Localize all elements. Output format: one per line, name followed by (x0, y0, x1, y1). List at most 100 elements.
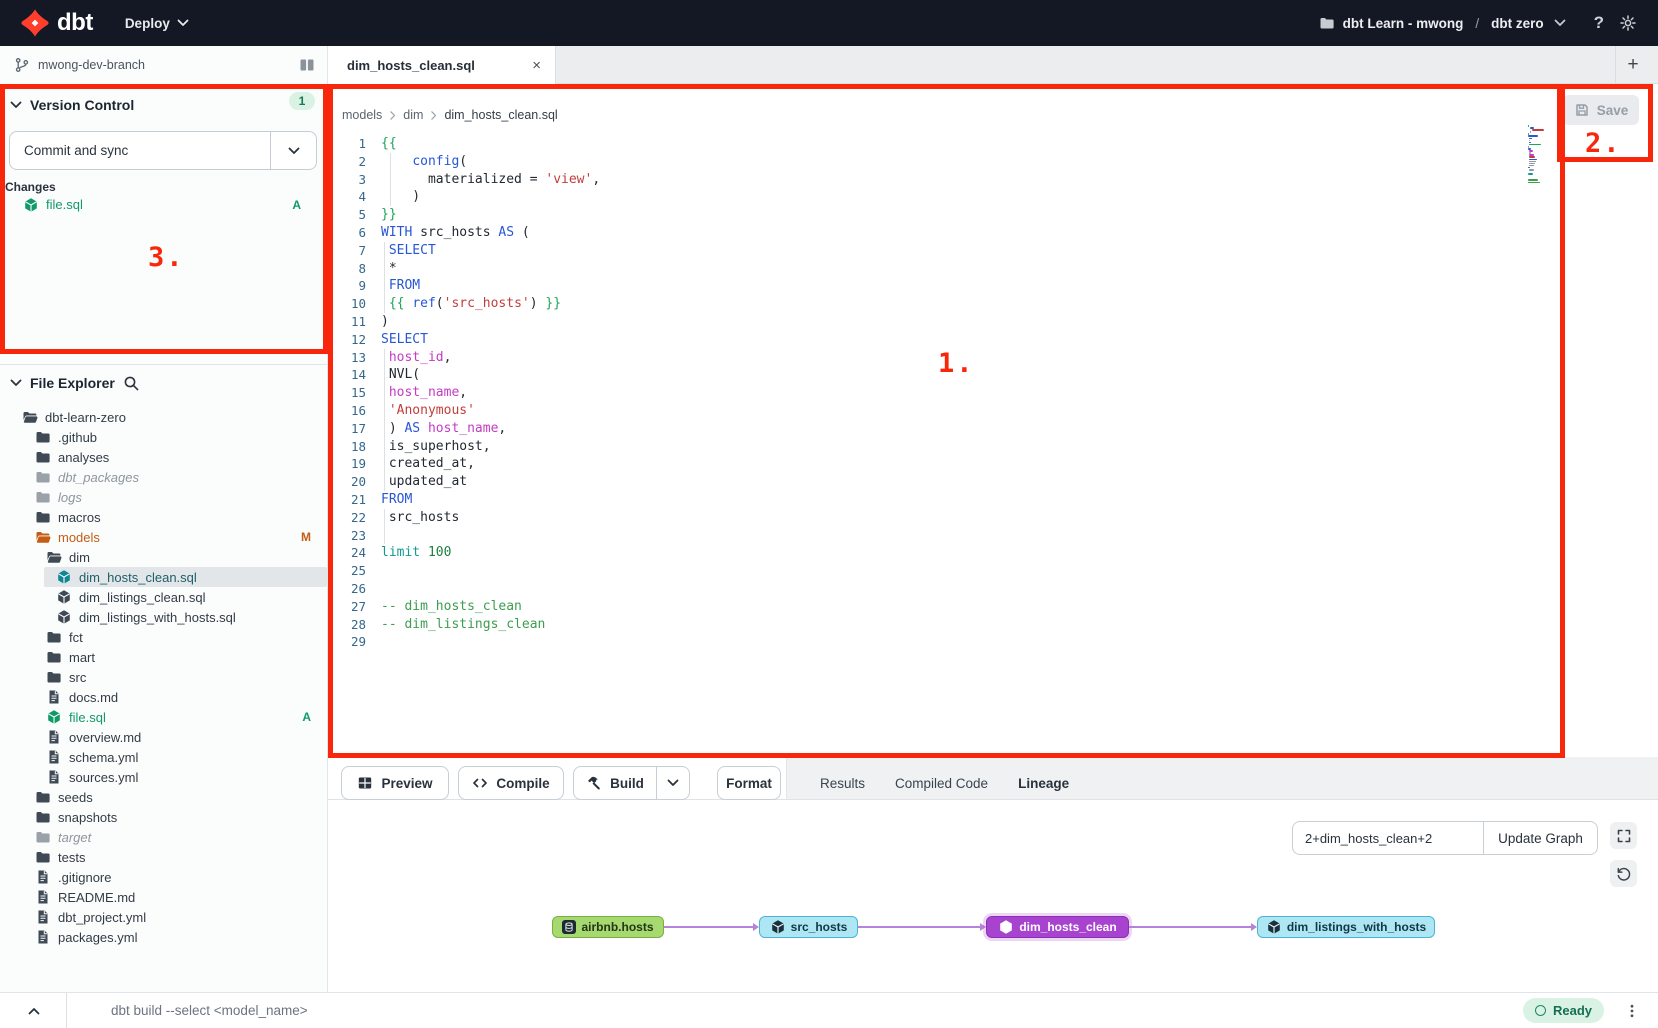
branch-name[interactable]: mwong-dev-branch (38, 58, 145, 72)
build-options-caret[interactable] (657, 766, 690, 800)
tree-item-fct[interactable]: fct (0, 627, 327, 647)
code-editor[interactable]: {{ config( materialized = 'view', )}}WIT… (381, 135, 1518, 651)
code-line: host_id, (381, 349, 1518, 367)
tree-item-dim[interactable]: dim (0, 547, 327, 567)
tree-item-seeds[interactable]: seeds (0, 787, 327, 807)
tree-item-packages.yml[interactable]: packages.yml (0, 927, 327, 947)
tree-item-label: snapshots (58, 810, 117, 825)
tree-item-dbt_project.yml[interactable]: dbt_project.yml (0, 907, 327, 927)
compile-button[interactable]: Compile (458, 766, 564, 800)
lineage-filter-input[interactable] (1292, 821, 1484, 855)
breadcrumb-item[interactable]: dim (403, 108, 423, 122)
code-line: FROM (381, 491, 1518, 509)
tree-item-tests[interactable]: tests (0, 847, 327, 867)
fullscreen-button[interactable] (1610, 822, 1637, 849)
reset-view-button[interactable] (1610, 860, 1637, 887)
code-line: NVL( (381, 366, 1518, 384)
tree-item-logs[interactable]: logs (0, 487, 327, 507)
code-line: WITH src_hosts AS ( (381, 224, 1518, 242)
chevron-down-icon (286, 143, 302, 159)
code-line: limit 100 (381, 544, 1518, 562)
changed-file-row[interactable]: file.sqlA (0, 194, 327, 215)
lineage-node-dim_listings_with_hosts[interactable]: dim_listings_with_hosts (1257, 916, 1435, 938)
tree-item-analyses[interactable]: analyses (0, 447, 327, 467)
dbt-logo[interactable]: dbt (20, 8, 93, 38)
folder-icon (35, 429, 51, 445)
tree-item-macros[interactable]: macros (0, 507, 327, 527)
tab-lineage[interactable]: Lineage (1018, 766, 1069, 800)
tree-item-label: src (69, 670, 86, 685)
dbt-logo-icon (20, 8, 50, 38)
code-line: ) (381, 313, 1518, 331)
line-number: 21 (336, 491, 366, 509)
tree-item-models[interactable]: modelsM (0, 527, 327, 547)
breadcrumb-item[interactable]: dim_hosts_clean.sql (444, 108, 557, 122)
tree-item-dim_listings_with_hosts.sql[interactable]: dim_listings_with_hosts.sql (0, 607, 327, 627)
command-input[interactable]: dbt build --select <model_name> (111, 1003, 308, 1018)
save-button[interactable]: Save (1563, 95, 1639, 125)
tree-item-schema.yml[interactable]: schema.yml (0, 747, 327, 767)
code-line (381, 527, 1518, 545)
help-button[interactable]: ? (1594, 13, 1604, 33)
commit-and-sync-button[interactable]: Commit and sync (9, 131, 317, 170)
tree-item-.gitignore[interactable]: .gitignore (0, 867, 327, 887)
chevron-up-icon[interactable] (26, 1003, 42, 1019)
new-tab-button[interactable]: + (1615, 46, 1650, 84)
line-number: 4 (336, 188, 366, 206)
tree-item-label: dbt_packages (58, 470, 139, 485)
account-switcher[interactable]: dbt Learn - mwong / dbt zero (1319, 15, 1568, 31)
tree-item-README.md[interactable]: README.md (0, 887, 327, 907)
tree-item-file.sql[interactable]: file.sqlA (0, 707, 327, 727)
code-minimap[interactable] (1528, 125, 1558, 186)
search-icon[interactable] (123, 375, 139, 391)
folder-icon (35, 789, 51, 805)
ready-ring-icon (1535, 1005, 1546, 1016)
code-line: materialized = 'view', (381, 171, 1518, 189)
model-cube-icon (998, 919, 1014, 935)
line-number: 19 (336, 455, 366, 473)
line-number: 14 (336, 366, 366, 384)
changes-label: Changes (5, 180, 56, 194)
tab-compiled-code[interactable]: Compiled Code (895, 766, 988, 800)
gear-icon[interactable] (1620, 15, 1636, 31)
line-number: 26 (336, 580, 366, 598)
tree-item-overview.md[interactable]: overview.md (0, 727, 327, 747)
tab-results[interactable]: Results (820, 766, 865, 800)
format-button[interactable]: Format (717, 766, 781, 800)
account-name: dbt Learn - mwong (1343, 16, 1464, 31)
tree-item-dbt_packages[interactable]: dbt_packages (0, 467, 327, 487)
reader-view-icon[interactable] (299, 57, 315, 73)
file-explorer-header[interactable]: File Explorer (0, 364, 327, 401)
commit-options-caret[interactable] (270, 132, 316, 169)
kebab-menu-icon[interactable] (1624, 1003, 1640, 1019)
tree-item-mart[interactable]: mart (0, 647, 327, 667)
folder-icon (35, 449, 51, 465)
close-tab-icon[interactable]: × (532, 57, 541, 74)
breadcrumb-item[interactable]: models (342, 108, 382, 122)
tree-item-dbt-learn-zero[interactable]: dbt-learn-zero (0, 407, 327, 427)
version-control-header[interactable]: Version Control 1 (8, 93, 319, 117)
lineage-node-airbnb.hosts[interactable]: airbnb.hosts (552, 916, 664, 938)
tree-item-docs.md[interactable]: docs.md (0, 687, 327, 707)
tree-item-target[interactable]: target (0, 827, 327, 847)
database-icon (562, 920, 576, 934)
tree-item-src[interactable]: src (0, 667, 327, 687)
tree-item-snapshots[interactable]: snapshots (0, 807, 327, 827)
lineage-node-dim_hosts_clean[interactable]: dim_hosts_clean (986, 916, 1129, 938)
tree-item-sources.yml[interactable]: sources.yml (0, 767, 327, 787)
update-graph-button[interactable]: Update Graph (1483, 821, 1598, 855)
tree-item-.github[interactable]: .github (0, 427, 327, 447)
tab-dim-hosts-clean[interactable]: dim_hosts_clean.sql × (328, 46, 556, 84)
line-number-gutter: 1234567891011121314151617181920212223242… (336, 135, 366, 651)
lineage-node-src_hosts[interactable]: src_hosts (759, 916, 858, 938)
preview-button[interactable]: Preview (341, 766, 449, 800)
second-row: mwong-dev-branch dim_hosts_clean.sql × + (0, 46, 1658, 84)
format-label: Format (726, 776, 772, 791)
build-button[interactable]: Build (573, 766, 657, 800)
tree-item-dim_listings_clean.sql[interactable]: dim_listings_clean.sql (0, 587, 327, 607)
folder-icon (35, 849, 51, 865)
tree-item-dim_hosts_clean.sql[interactable]: dim_hosts_clean.sql (0, 567, 327, 587)
tree-item-label: dbt-learn-zero (45, 410, 126, 425)
build-button-group: Build (573, 766, 690, 800)
nav-item-deploy[interactable]: Deploy (125, 0, 223, 46)
